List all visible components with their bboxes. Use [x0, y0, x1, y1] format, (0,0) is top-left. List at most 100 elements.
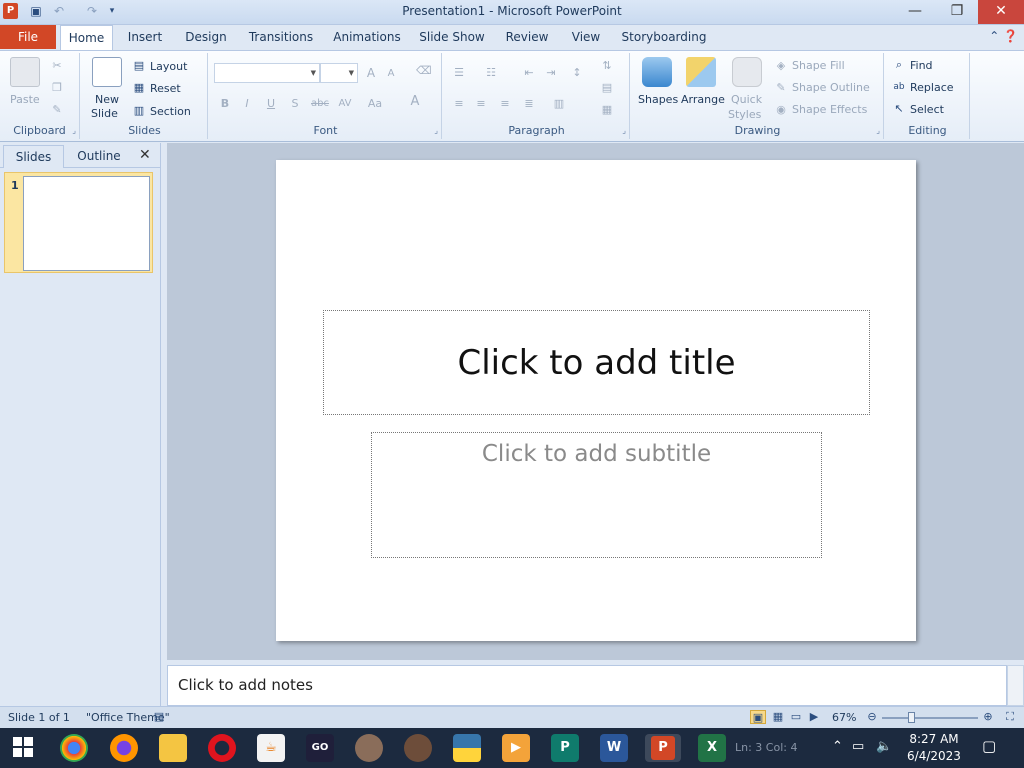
firefox-icon[interactable]: [110, 734, 138, 762]
notification-icon[interactable]: ▢: [982, 737, 996, 755]
clear-format-icon[interactable]: ⌫: [416, 64, 432, 78]
slide-thumbnail-item[interactable]: 1: [4, 172, 153, 273]
tab-transitions[interactable]: Transitions: [246, 25, 316, 50]
tab-insert[interactable]: Insert: [122, 25, 168, 50]
close-pane-icon[interactable]: ✕: [139, 147, 151, 163]
subtitle-placeholder[interactable]: Click to add subtitle: [371, 432, 822, 558]
decrease-indent-icon[interactable]: ⇤: [522, 66, 536, 80]
goland-icon[interactable]: GO: [306, 734, 334, 762]
format-painter-icon[interactable]: ✎: [50, 103, 64, 117]
reset-icon[interactable]: ▦: [132, 81, 146, 95]
character-spacing-icon[interactable]: AV: [336, 97, 354, 111]
portrait-app-icon-2[interactable]: [404, 734, 432, 762]
windows-start-icon[interactable]: [10, 736, 36, 760]
new-slide-label-2[interactable]: Slide: [91, 107, 118, 120]
section-button[interactable]: Section: [150, 105, 191, 118]
replace-button[interactable]: Replace: [910, 81, 954, 94]
strikethrough-icon[interactable]: abc: [310, 97, 330, 111]
slide-sorter-icon[interactable]: ▦: [770, 710, 786, 724]
layout-button[interactable]: Layout: [150, 60, 187, 73]
italic-icon[interactable]: I: [240, 97, 254, 111]
quick-styles-label-2[interactable]: Styles: [728, 108, 761, 121]
slide-thumbnail[interactable]: [23, 176, 150, 271]
tab-slide-show[interactable]: Slide Show: [418, 25, 486, 50]
help-icon[interactable]: ⌃ ❓: [989, 29, 1018, 43]
zoom-level[interactable]: 67%: [832, 711, 856, 724]
replace-icon[interactable]: ab: [892, 80, 906, 94]
section-icon[interactable]: ▥: [132, 104, 146, 118]
font-launcher-icon[interactable]: ⌟: [434, 126, 438, 135]
powerpoint-taskbar-item[interactable]: P: [645, 734, 681, 762]
word-icon[interactable]: W: [600, 734, 628, 762]
shape-effects-button[interactable]: Shape Effects: [792, 103, 867, 116]
opera-icon[interactable]: [208, 734, 236, 762]
find-button[interactable]: Find: [910, 59, 933, 72]
notes-scrollbar[interactable]: [1007, 665, 1024, 706]
shape-effects-icon[interactable]: ◉: [774, 103, 788, 117]
tab-file[interactable]: File: [0, 25, 56, 49]
network-icon[interactable]: ▭: [852, 739, 864, 754]
find-icon[interactable]: ⌕: [892, 58, 906, 72]
normal-view-icon[interactable]: ▣: [750, 710, 766, 724]
numbering-icon[interactable]: ☷: [484, 66, 498, 80]
shadow-icon[interactable]: S: [288, 97, 302, 111]
slide-show-icon[interactable]: ▶: [806, 710, 822, 724]
tab-home[interactable]: Home: [60, 25, 113, 50]
volume-icon[interactable]: 🔈: [876, 739, 892, 754]
reset-button[interactable]: Reset: [150, 82, 181, 95]
new-slide-label-1[interactable]: New: [95, 93, 119, 106]
align-text-icon[interactable]: ▤: [600, 81, 614, 95]
clock[interactable]: 8:27 AM 6/4/2023: [900, 731, 968, 765]
zoom-out-icon[interactable]: ⊖: [864, 710, 880, 724]
bold-icon[interactable]: B: [218, 97, 232, 111]
tab-outline[interactable]: Outline: [66, 145, 132, 168]
restore-button[interactable]: ❐: [936, 0, 978, 24]
paragraph-launcher-icon[interactable]: ⌟: [622, 126, 626, 135]
tab-view[interactable]: View: [568, 25, 604, 50]
zoom-slider-track[interactable]: [882, 717, 978, 719]
justify-icon[interactable]: ≣: [522, 97, 536, 111]
tab-design[interactable]: Design: [182, 25, 230, 50]
cut-icon[interactable]: ✂: [50, 59, 64, 73]
chrome-icon[interactable]: [60, 734, 88, 762]
slide-canvas[interactable]: Click to add title Click to add subtitle: [276, 160, 916, 641]
tab-storyboarding[interactable]: Storyboarding: [620, 25, 708, 50]
fit-to-window-icon[interactable]: ⛶: [1002, 710, 1018, 724]
reading-view-icon[interactable]: ▭: [788, 710, 804, 724]
change-case-icon[interactable]: Aa: [366, 97, 384, 111]
line-spacing-icon[interactable]: ↕: [570, 66, 584, 80]
portrait-app-icon[interactable]: [355, 734, 383, 762]
paste-icon[interactable]: [10, 57, 40, 87]
zoom-in-icon[interactable]: ⊕: [980, 710, 996, 724]
bullets-icon[interactable]: ☰: [452, 66, 466, 80]
publisher-icon[interactable]: P: [551, 734, 579, 762]
notes-pane[interactable]: Click to add notes: [167, 665, 1007, 706]
shape-outline-icon[interactable]: ✎: [774, 81, 788, 95]
smartart-icon[interactable]: ▦: [600, 103, 614, 117]
tray-expand-icon[interactable]: ⌃: [832, 739, 843, 754]
align-left-icon[interactable]: ≡: [452, 97, 466, 111]
minimize-button[interactable]: —: [894, 0, 936, 24]
align-right-icon[interactable]: ≡: [498, 97, 512, 111]
quick-styles-label-1[interactable]: Quick: [731, 93, 762, 106]
shape-outline-button[interactable]: Shape Outline: [792, 81, 870, 94]
paste-label[interactable]: Paste: [10, 93, 40, 106]
align-center-icon[interactable]: ≡: [474, 97, 488, 111]
font-color-icon[interactable]: A: [408, 95, 422, 109]
tab-review[interactable]: Review: [502, 25, 552, 50]
drawing-launcher-icon[interactable]: ⌟: [876, 126, 880, 135]
text-direction-icon[interactable]: ⇅: [600, 59, 614, 73]
title-placeholder[interactable]: Click to add title: [323, 310, 870, 415]
java-icon[interactable]: ☕: [257, 734, 285, 762]
tab-slides[interactable]: Slides: [3, 145, 64, 168]
font-name-combo[interactable]: ▼: [214, 63, 320, 83]
select-button[interactable]: Select: [910, 103, 944, 116]
excel-icon[interactable]: X: [698, 734, 726, 762]
shape-fill-button[interactable]: Shape Fill: [792, 59, 845, 72]
shapes-button[interactable]: Shapes: [638, 93, 678, 106]
underline-icon[interactable]: U: [264, 97, 278, 111]
arrange-button[interactable]: Arrange: [681, 93, 725, 106]
grow-font-icon[interactable]: A: [364, 66, 378, 80]
new-slide-icon[interactable]: [92, 57, 122, 87]
shrink-font-icon[interactable]: A: [384, 67, 398, 81]
